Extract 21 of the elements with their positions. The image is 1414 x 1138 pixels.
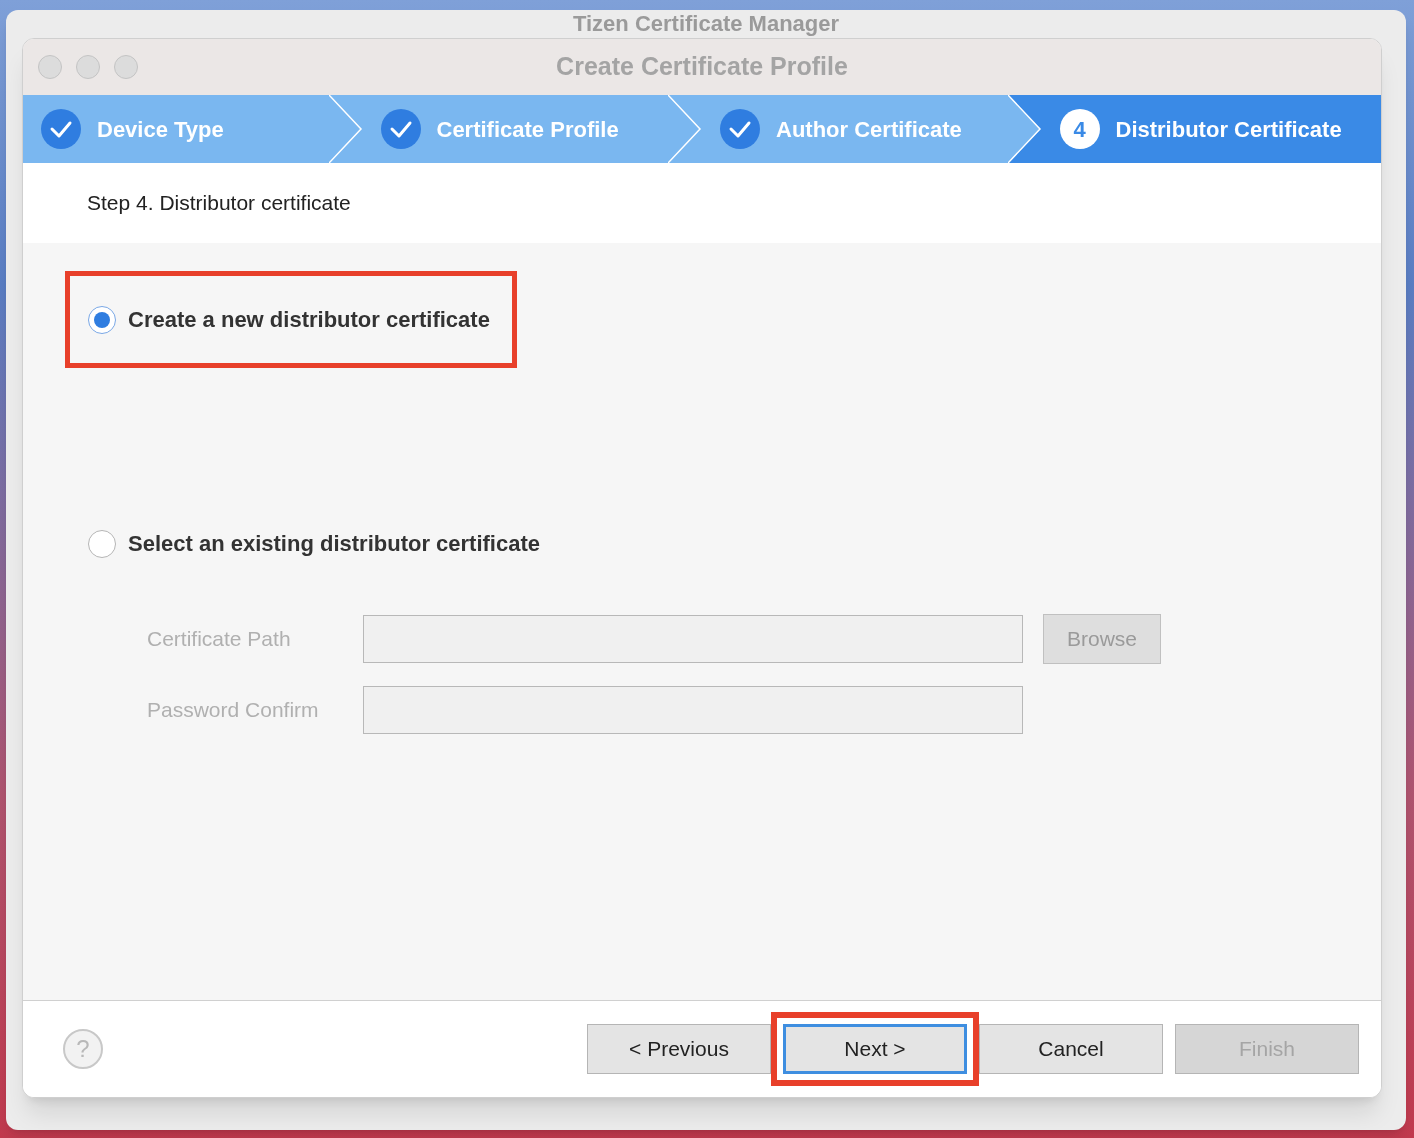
step-label: Distributor Certificate bbox=[1115, 115, 1342, 144]
step-number: 4 bbox=[1059, 109, 1100, 149]
window-title: Tizen Certificate Manager bbox=[572, 11, 840, 37]
dialog-button[interactable]: Next > bbox=[783, 1024, 967, 1074]
dialog-title: Create Certificate Profile bbox=[556, 51, 848, 83]
check-icon bbox=[380, 109, 421, 149]
radio-option[interactable]: Select an existing distributor certificate bbox=[65, 495, 567, 592]
radio-option[interactable]: Create a new distributor certificate bbox=[65, 271, 517, 368]
check-icon bbox=[720, 109, 760, 149]
window-control-icon[interactable] bbox=[76, 55, 100, 79]
dialog-button[interactable]: < Previous bbox=[587, 1024, 771, 1074]
field-label: Certificate Path bbox=[147, 626, 292, 653]
check-icon bbox=[41, 109, 81, 149]
dialog-button[interactable]: Cancel bbox=[979, 1024, 1163, 1074]
step-label: Certificate Profile bbox=[436, 115, 619, 144]
step-label: Device Type bbox=[97, 115, 224, 144]
window-control-icon[interactable] bbox=[38, 55, 62, 79]
window-control-icon[interactable] bbox=[114, 55, 138, 79]
step-label: Author Certificate bbox=[776, 115, 962, 144]
step-heading: Step 4. Distributor certificate bbox=[87, 190, 351, 217]
field-label: Password Confirm bbox=[147, 697, 320, 724]
